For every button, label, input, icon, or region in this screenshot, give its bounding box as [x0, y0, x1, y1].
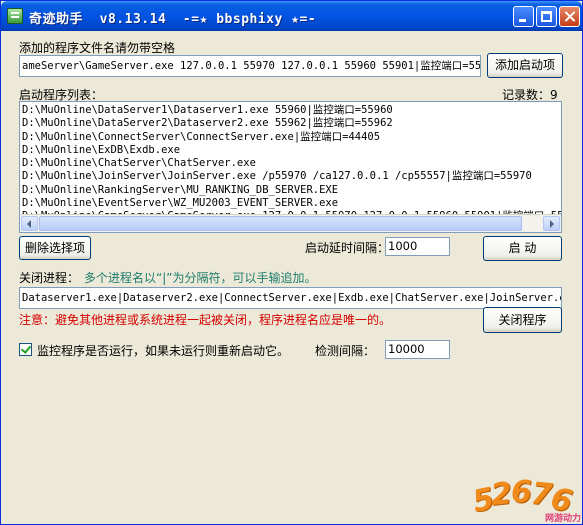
maximize-button[interactable]: [536, 6, 557, 27]
scroll-right-arrow-icon[interactable]: [543, 216, 560, 231]
main-window: 奇迹助手 v8.13.14 -=★ bbsphixy ★=- 添加的程序文件名请…: [0, 0, 583, 525]
watermark-digit: 6: [511, 475, 532, 510]
close-process-hint: 多个进程名以“|”为分隔符，可以手输追加。: [84, 271, 317, 285]
add-startup-button[interactable]: 添加启动项: [487, 53, 563, 78]
close-program-button[interactable]: 关闭程序: [483, 307, 562, 333]
close-process-label: 关闭进程：: [19, 271, 80, 285]
startup-list-items: D:\MuOnline\DataServer1\Dataserver1.exe …: [22, 104, 561, 224]
watermark-subtext: 网游动力: [545, 514, 582, 524]
delay-input[interactable]: 1000: [385, 237, 450, 256]
scroll-left-arrow-icon[interactable]: [21, 216, 38, 231]
horizontal-scrollbar[interactable]: [20, 214, 561, 232]
startup-list-item[interactable]: D:\MuOnline\JoinServer\JoinServer.exe /p…: [22, 170, 561, 183]
scrollbar-thumb[interactable]: [39, 216, 522, 231]
startup-list-item[interactable]: D:\MuOnline\RankingServer\MU_RANKING_DB_…: [22, 184, 561, 197]
interval-label: 检测间隔：: [315, 344, 376, 358]
window-title: 奇迹助手 v8.13.14 -=★ bbsphixy ★=-: [29, 12, 317, 27]
close-process-input[interactable]: Dataserver1.exe|Dataserver2.exe|ConnectS…: [19, 287, 562, 309]
close-window-button[interactable]: [559, 6, 580, 27]
interval-input[interactable]: 10000: [385, 340, 450, 359]
delete-selected-button[interactable]: 删除选择项: [19, 236, 91, 260]
monitor-checkbox-label[interactable]: 监控程序是否运行，如果未运行则重新启动它。: [37, 342, 289, 359]
app-icon: [7, 8, 23, 24]
minimize-button[interactable]: [513, 6, 534, 27]
start-button[interactable]: 启 动: [483, 236, 562, 261]
startup-list-item[interactable]: D:\MuOnline\ChatServer\ChatServer.exe: [22, 157, 561, 170]
close-warning-text: 注意：避免其他进程或系统进程一起被关闭，程序进程名应是唯一的。: [19, 313, 392, 327]
startup-list-item[interactable]: D:\MuOnline\ExDB\Exdb.exe: [22, 144, 561, 157]
startup-program-list[interactable]: D:\MuOnline\DataServer1\Dataserver1.exe …: [19, 101, 562, 233]
watermark-digit: 2: [489, 476, 514, 513]
add-program-label: 添加的程序文件名请勿带空格: [19, 41, 176, 55]
monitor-checkbox[interactable]: [19, 343, 32, 356]
startup-list-item[interactable]: D:\MuOnline\DataServer1\Dataserver1.exe …: [22, 104, 561, 117]
delay-label: 启动延时间隔：: [305, 241, 390, 255]
startup-list-item[interactable]: D:\MuOnline\ConnectServer\ConnectServer.…: [22, 131, 561, 144]
startup-list-item[interactable]: D:\MuOnline\DataServer2\Dataserver2.exe …: [22, 117, 561, 130]
program-path-input[interactable]: ameServer\GameServer.exe 127.0.0.1 55970…: [19, 55, 481, 77]
title-bar[interactable]: 奇迹助手 v8.13.14 -=★ bbsphixy ★=-: [1, 1, 582, 31]
watermark-logo: 5 2 6 7 6 网游动力: [470, 475, 583, 525]
startup-list-item[interactable]: D:\MuOnline\EventServer\WZ_MU2003_EVENT_…: [22, 197, 561, 210]
